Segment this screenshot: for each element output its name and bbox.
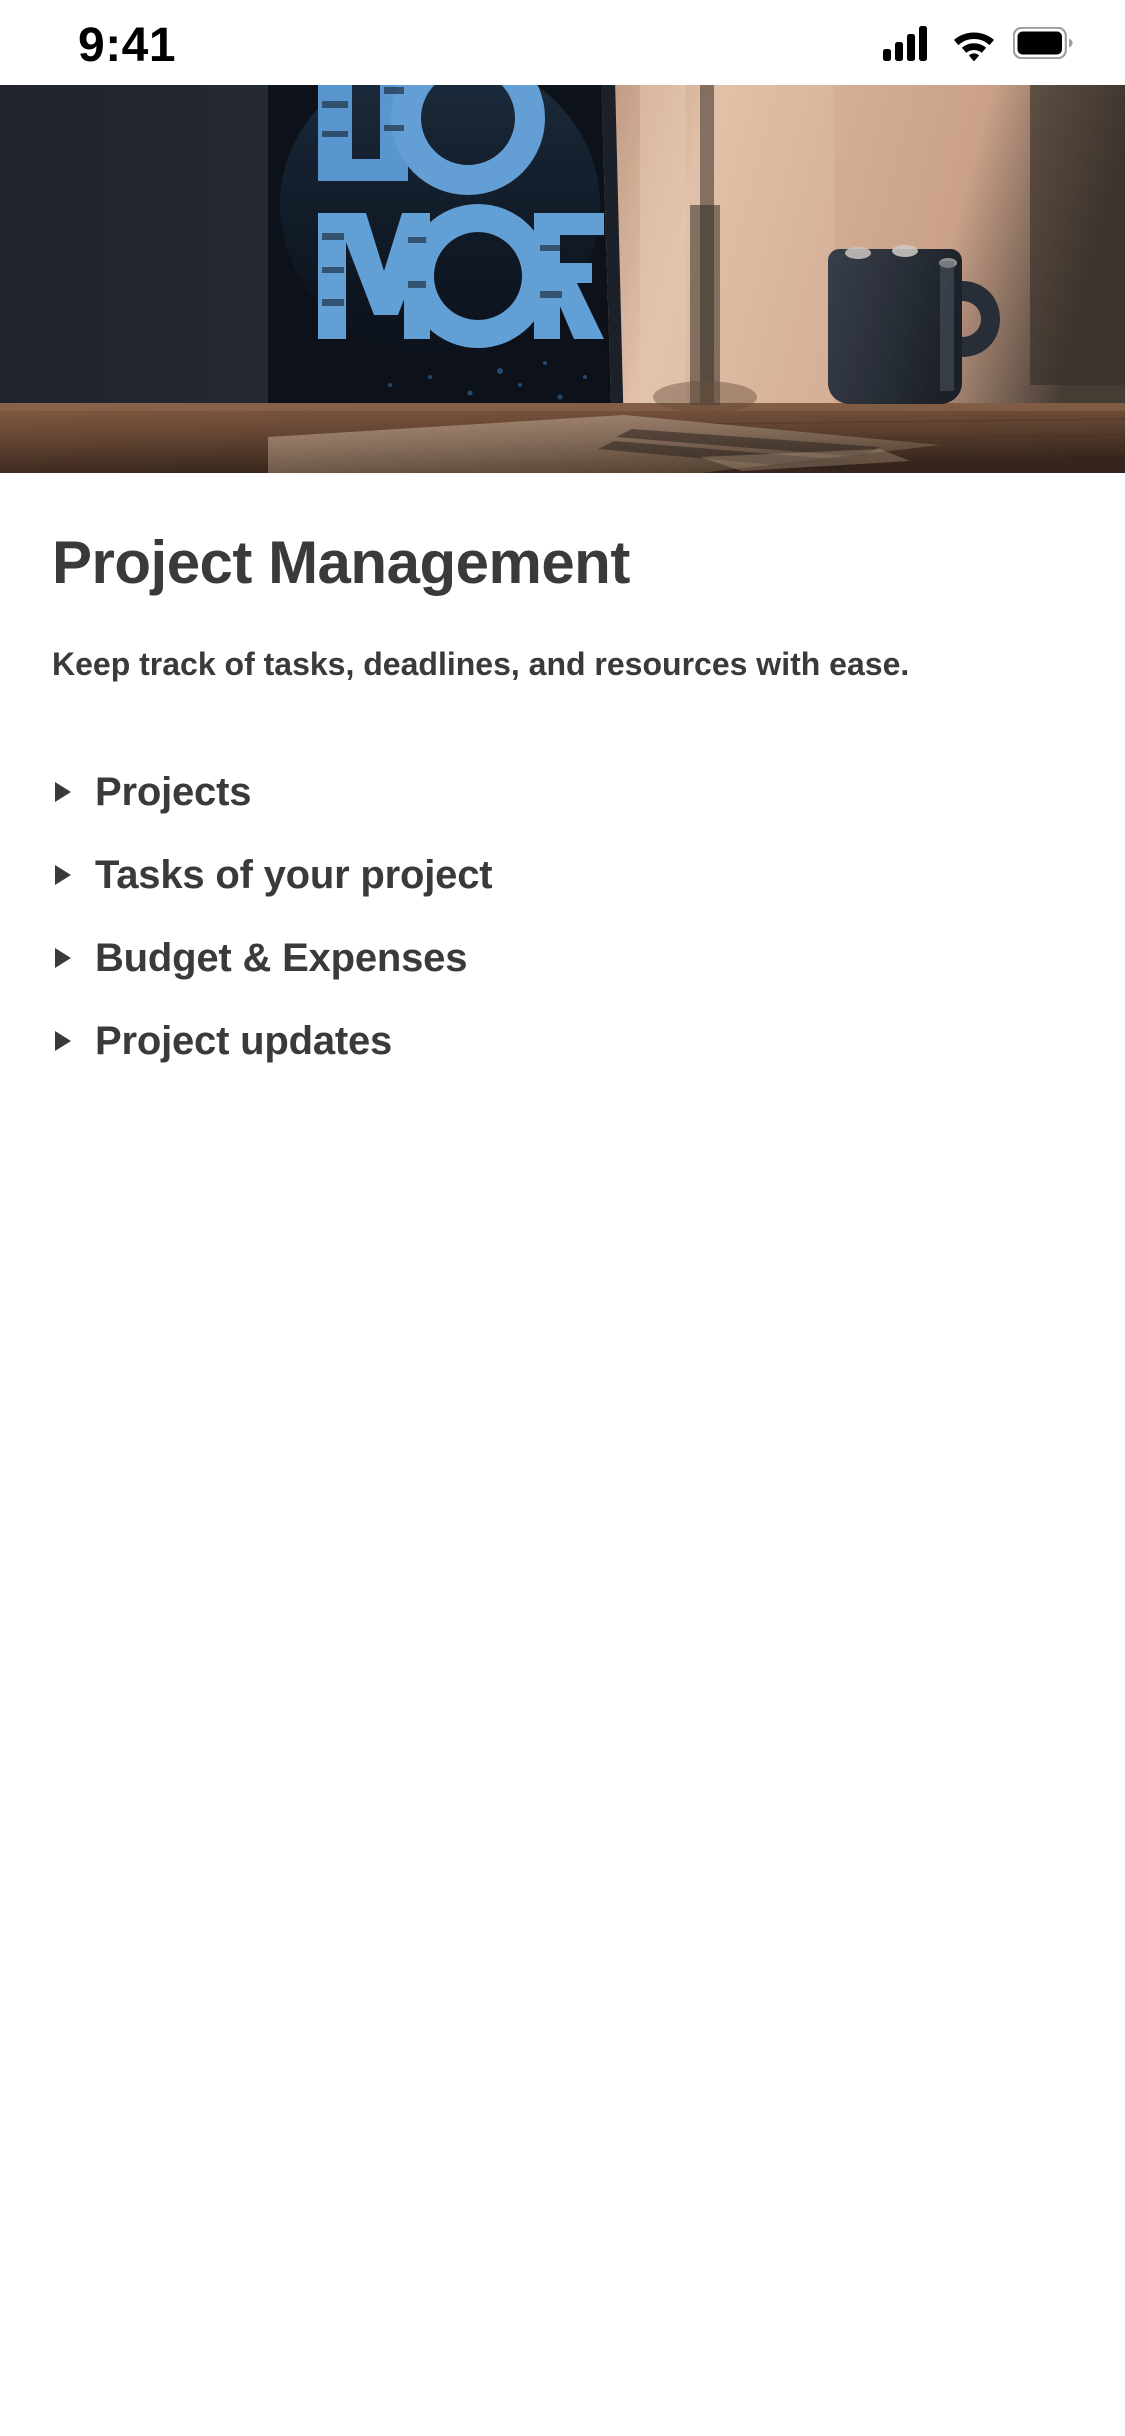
main-content: Project Management Keep track of tasks, … [0, 473, 1125, 2436]
list-item-label: Projects [95, 770, 252, 815]
status-bar: 9:41 [0, 0, 1125, 85]
feature-list: Projects Tasks of your project Budget & … [52, 768, 1073, 1065]
triangle-right-icon [52, 1029, 74, 1053]
battery-full-icon [1012, 26, 1073, 64]
list-item[interactable]: Budget & Expenses [52, 934, 1073, 982]
list-item[interactable]: Projects [52, 768, 1073, 816]
status-bar-time: 9:41 [78, 18, 177, 72]
triangle-right-icon [52, 863, 74, 887]
triangle-right-icon [52, 946, 74, 970]
status-bar-icons [883, 25, 1073, 66]
list-item-label: Budget & Expenses [95, 936, 468, 981]
list-item[interactable]: Tasks of your project [52, 851, 1073, 899]
phone-screen: 9:41 Project Management Keep track of ta… [0, 0, 1125, 2436]
triangle-right-icon [52, 780, 74, 804]
list-item[interactable]: Project updates [52, 1017, 1073, 1065]
page-subtitle: Keep track of tasks, deadlines, and reso… [52, 646, 910, 682]
wifi-icon [951, 26, 997, 66]
hero-image [0, 85, 1125, 473]
hero-illustration [0, 85, 1125, 473]
page-title: Project Management [52, 529, 630, 596]
list-item-label: Project updates [95, 1019, 393, 1064]
cellular-signal-icon [883, 25, 935, 66]
list-item-label: Tasks of your project [95, 853, 493, 898]
